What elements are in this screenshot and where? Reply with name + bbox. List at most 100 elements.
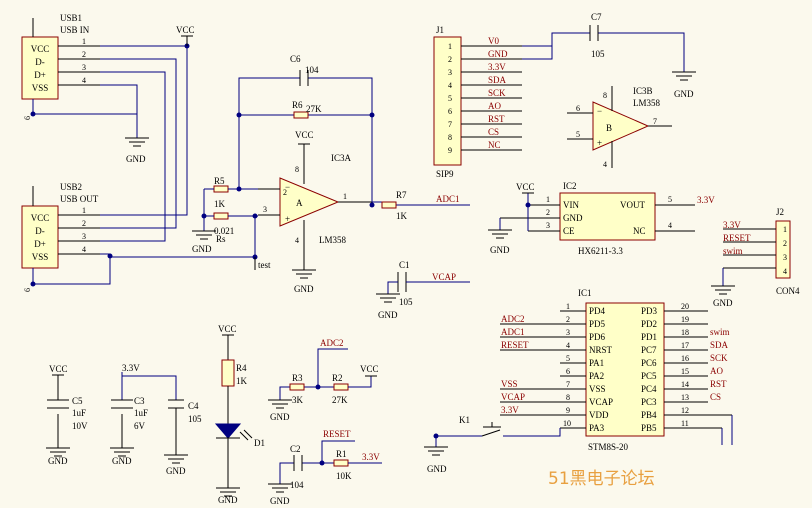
r2-resistor: R2 27K VCC — [332, 364, 379, 405]
k1-switch: K1 — [433, 415, 561, 447]
c3-voltage: 6V — [134, 421, 146, 431]
ic3a-opamp: 2 3 1 A − + IC3A LM358 8 4 — [258, 144, 372, 270]
ic3a-pin-4: 4 — [295, 236, 299, 245]
ic1-mcu: IC1 STM8S-20 PD4 PD5 PD6 NRST PA1 PA2 VS… — [500, 288, 733, 452]
ic2-pin-gnd: GND — [563, 213, 583, 223]
r5-value: 1K — [214, 199, 226, 209]
usb2-ref: USB2 — [60, 182, 82, 192]
ic1-net-sck: SCK — [710, 353, 728, 363]
ic3b-plus: + — [597, 138, 602, 148]
k1-ref: K1 — [459, 415, 470, 425]
net-adc2-label: ADC2 — [320, 338, 344, 348]
c7-capacitor: C7 105 — [522, 12, 685, 72]
j2-num-4: 4 — [783, 267, 787, 276]
vcc-ic2-symbol: VCC — [516, 182, 535, 194]
r1-net-reset: RESET — [323, 429, 351, 439]
ic1-num-16: 16 — [681, 354, 689, 363]
ic1-net-vss: VSS — [501, 379, 518, 389]
ic1-pin-pd3: PD3 — [641, 306, 658, 316]
r1-resistor: R1 10K RESET 3.3V — [319, 429, 382, 481]
gnd-label-c5: GND — [48, 456, 68, 466]
ic2-num-4: 4 — [668, 221, 672, 230]
j2-num-3: 3 — [783, 253, 787, 262]
schematic-canvas: USB1 USB IN VCC D- D+ VSS 1 2 3 4 6 USB2… — [21, 12, 800, 506]
c1-value: 105 — [399, 297, 413, 307]
ic1-num-8: 8 — [566, 393, 570, 402]
j1-net-sck: SCK — [488, 88, 506, 98]
c1-ref: C1 — [399, 260, 410, 270]
gnd-label-rs: GND — [192, 244, 212, 254]
usb2-pin-vss: VSS — [32, 252, 49, 262]
gnd-c1-symbol: GND — [376, 293, 400, 320]
gnd-ic2-symbol: GND — [488, 229, 512, 255]
c5-ref: C5 — [72, 396, 83, 406]
ic1-num-13: 13 — [681, 393, 689, 402]
gnd-label-c2: GND — [270, 496, 290, 506]
ic1-pin-pd5: PD5 — [589, 319, 606, 329]
usb1-pin-vcc: VCC — [31, 44, 50, 54]
j1-net-sda: SDA — [488, 75, 507, 85]
gnd-j2-symbol: GND — [711, 285, 735, 308]
usb-interconnect-wires — [30, 43, 255, 287]
ic2-pin-vin: VIN — [563, 200, 579, 210]
usb1-shield-num: 6 — [23, 116, 32, 120]
j2-connector: J2 CON4 1 2 3 4 3.3V RESET swim — [722, 207, 800, 296]
c1-capacitor: C1 105 VCAP — [387, 260, 470, 307]
ic1-num-9: 9 — [566, 406, 570, 415]
vcc-ic3a-symbol: VCC — [295, 130, 314, 145]
r1-ref: R1 — [336, 449, 347, 459]
usb1-num-2: 2 — [82, 50, 86, 59]
c2-value: 104 — [290, 480, 304, 490]
ic1-pin-pd2: PD2 — [641, 319, 657, 329]
ic3b-unit: B — [606, 123, 612, 133]
vcc-label-ic2: VCC — [516, 182, 535, 192]
ic3b-part: LM358 — [633, 98, 661, 108]
ic1-pin-pd6: PD6 — [589, 332, 606, 342]
ic1-pin-vcap: VCAP — [589, 397, 613, 407]
ic1-num-14: 14 — [681, 380, 689, 389]
ic1-net-sda: SDA — [710, 340, 729, 350]
c7-value: 105 — [591, 49, 605, 59]
test-point-label: test — [258, 260, 271, 270]
j2-num-2: 2 — [783, 239, 787, 248]
ic3b-pin-6: 6 — [576, 104, 580, 113]
usb1-name: USB IN — [60, 25, 90, 35]
j1-num-8: 8 — [448, 133, 452, 142]
ic1-net-cs: CS — [710, 392, 721, 402]
j1-num-5: 5 — [448, 94, 452, 103]
r3-value: 3K — [292, 395, 304, 405]
j2-ref: J2 — [776, 207, 784, 217]
r2-value: 27K — [332, 395, 348, 405]
ic1-pin-pc4: PC4 — [641, 384, 657, 394]
ic2-num-3: 3 — [546, 221, 550, 230]
ic1-num-12: 12 — [681, 406, 689, 415]
c5-capacitor: VCC C5 1uF 10V GND — [46, 364, 88, 466]
r7-value: 1K — [396, 211, 408, 221]
r7-ref: R7 — [396, 190, 407, 200]
j1-net-rst: RST — [488, 114, 505, 124]
usb2-name: USB OUT — [60, 194, 99, 204]
ic1-num-6: 6 — [566, 367, 570, 376]
usb2-pin-dplus: D+ — [34, 239, 46, 249]
usb2-pin-dminus: D- — [35, 226, 45, 236]
c6-ref: C6 — [290, 54, 301, 64]
ic3b-ref: IC3B — [633, 86, 653, 96]
ic1-net-ao: AO — [710, 366, 723, 376]
d1-ref: D1 — [254, 438, 265, 448]
ic2-pin-ce: CE — [563, 226, 575, 236]
c1-net-vcap: VCAP — [432, 272, 456, 282]
ic2-regulator: IC2 HX6211-3.3 VIN GND CE VOUT NC 1 2 3 … — [499, 181, 715, 256]
j1-num-4: 4 — [448, 81, 452, 90]
ic3b-pin-5: 5 — [576, 130, 580, 139]
ic1-pin-pc3: PC3 — [641, 397, 657, 407]
ic1-pin-pb4: PB4 — [641, 410, 657, 420]
gnd-label-ic3a: GND — [294, 284, 314, 294]
usb1-num-4: 4 — [82, 76, 86, 85]
ic1-part: STM8S-20 — [588, 442, 629, 452]
c3-net-3v3: 3.3V — [122, 363, 140, 373]
gnd-ic3a-symbol: GND — [292, 269, 316, 294]
ic1-net-reset: RESET — [501, 340, 529, 350]
j1-ref: J1 — [436, 25, 444, 35]
j1-net-v0: V0 — [488, 36, 499, 46]
gnd-label-c1: GND — [378, 310, 398, 320]
